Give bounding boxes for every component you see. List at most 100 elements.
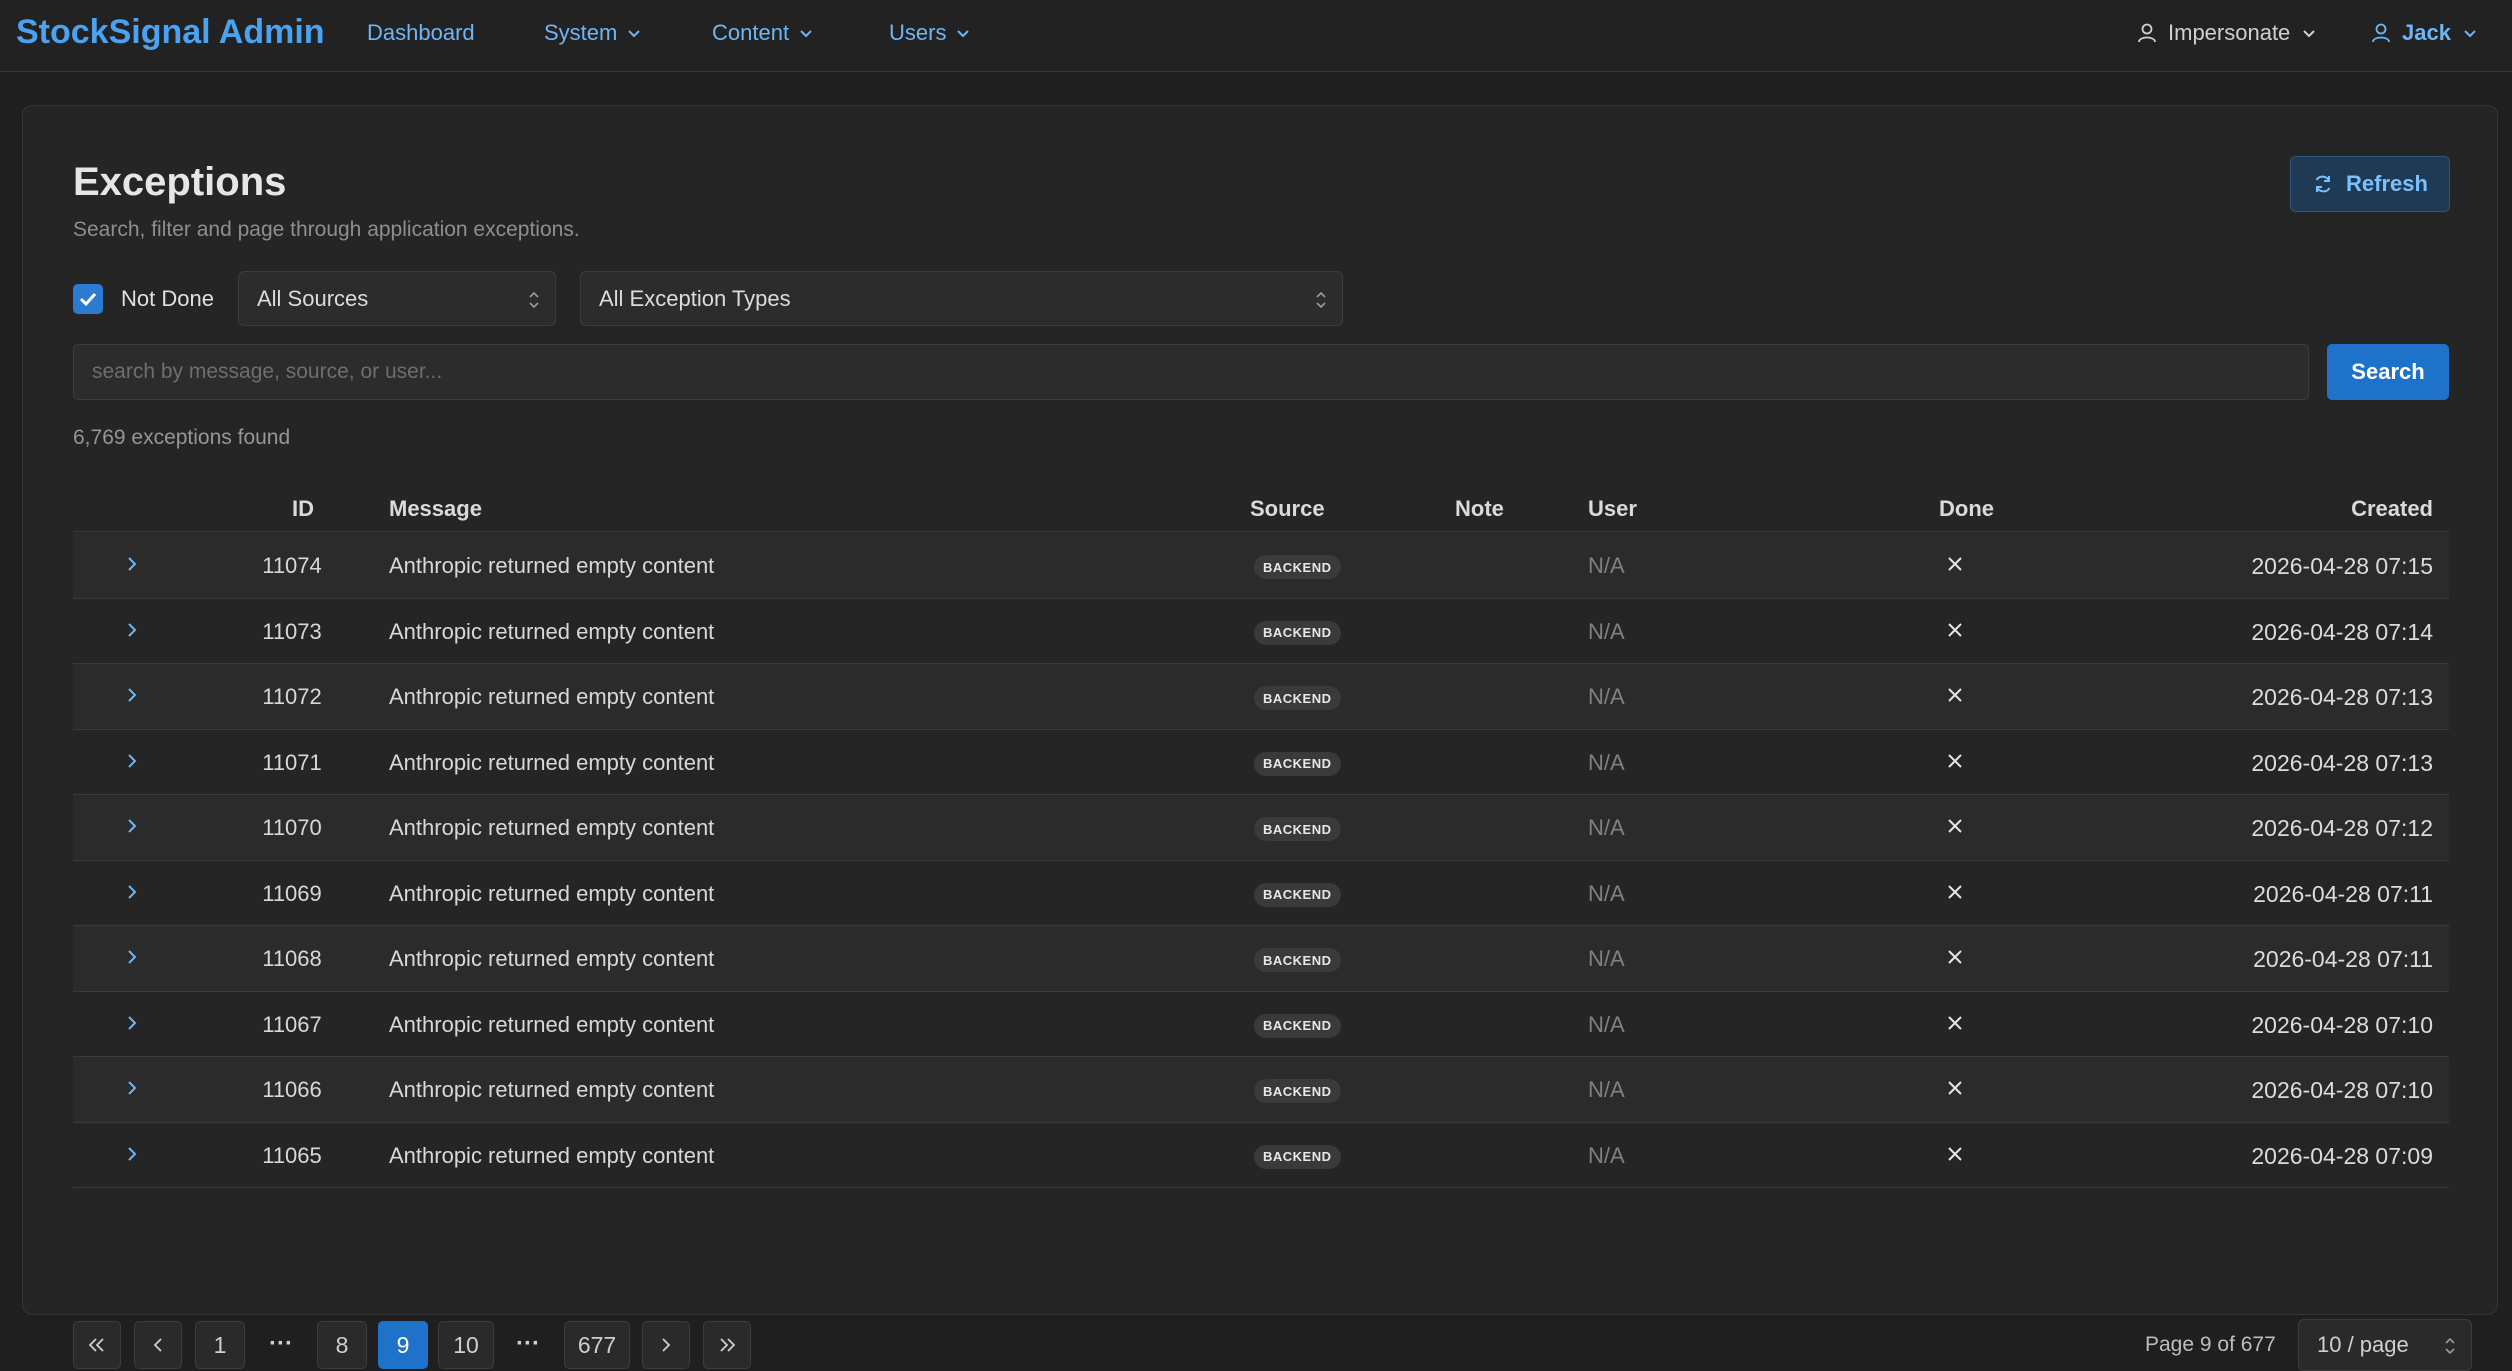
table-row[interactable]: 11074 Anthropic returned empty content B… (73, 533, 2449, 599)
table-row[interactable]: 11068 Anthropic returned empty content B… (73, 926, 2449, 992)
nav-dashboard[interactable]: Dashboard (367, 20, 475, 46)
page-button-current[interactable]: 9 (378, 1321, 428, 1369)
exception-type-select[interactable]: All Exception Types (580, 271, 1343, 326)
next-page-button[interactable] (642, 1321, 690, 1369)
row-user: N/A (1588, 749, 1625, 775)
row-created: 2026-04-28 07:10 (2251, 1011, 2433, 1038)
exceptions-table-body: 11074 Anthropic returned empty content B… (73, 533, 2449, 1188)
page-status: Page 9 of 677 (2145, 1333, 2276, 1356)
chevron-left-icon (153, 1338, 162, 1352)
table-row[interactable]: 11071 Anthropic returned empty content B… (73, 730, 2449, 795)
column-header-id[interactable]: ID (292, 496, 314, 522)
source-badge: BACKEND (1254, 1013, 1341, 1038)
row-created: 2026-04-28 07:09 (2251, 1142, 2433, 1169)
column-header-note[interactable]: Note (1455, 496, 1504, 522)
page-size-select[interactable]: 10 / page (2298, 1319, 2472, 1371)
table-row[interactable]: 11073 Anthropic returned empty content B… (73, 599, 2449, 664)
chevron-right-icon[interactable] (121, 815, 143, 837)
chevron-right-icon[interactable] (121, 1012, 143, 1034)
close-icon (1948, 1015, 1962, 1030)
row-created: 2026-04-28 07:15 (2251, 553, 2433, 579)
chevron-down-icon (2303, 30, 2316, 38)
row-user: N/A (1588, 553, 1625, 578)
user-name: Jack (2402, 20, 2451, 45)
source-badge: BACKEND (1254, 751, 1341, 776)
chevron-right-icon[interactable] (121, 1143, 143, 1165)
source-select[interactable]: All Sources (238, 271, 556, 326)
row-id: 11070 (262, 815, 322, 840)
close-icon (1948, 950, 1962, 964)
refresh-button[interactable]: Refresh (2290, 156, 2450, 212)
nav-system-menu[interactable]: System (544, 20, 643, 46)
double-chevron-left-icon (88, 1338, 104, 1352)
row-user: N/A (1588, 946, 1625, 971)
chevron-down-icon (2464, 30, 2476, 38)
nav-content-menu[interactable]: Content (712, 20, 815, 46)
row-id: 11066 (262, 1077, 322, 1102)
top-navbar: StockSignal Admin Dashboard System Conte… (0, 0, 2512, 72)
column-header-done[interactable]: Done (1939, 496, 1994, 522)
brand-logo[interactable]: StockSignal Admin (16, 13, 325, 52)
close-icon (1948, 753, 1962, 768)
source-select-value: All Sources (257, 285, 369, 311)
table-row[interactable]: 11072 Anthropic returned empty content B… (73, 664, 2449, 730)
user-icon (2372, 23, 2390, 43)
row-message: Anthropic returned empty content (389, 1011, 715, 1037)
prev-page-button[interactable] (134, 1321, 182, 1369)
chevron-right-icon[interactable] (121, 553, 143, 575)
page-button-last[interactable]: 677 (564, 1321, 630, 1369)
page-button-next-number[interactable]: 10 (438, 1321, 494, 1369)
select-arrows-icon (1316, 291, 1326, 309)
nav-users-menu[interactable]: Users (889, 20, 972, 46)
table-row[interactable]: 11069 Anthropic returned empty content B… (73, 861, 2449, 926)
column-header-message[interactable]: Message (389, 496, 482, 522)
row-created: 2026-04-28 07:10 (2251, 1077, 2433, 1103)
column-header-user[interactable]: User (1588, 496, 1637, 522)
impersonate-menu[interactable]: Impersonate (2136, 20, 2318, 46)
row-id: 11069 (262, 880, 322, 906)
row-user: N/A (1588, 1011, 1625, 1037)
close-icon (1948, 622, 1962, 637)
chevron-right-icon[interactable] (121, 750, 143, 772)
row-user: N/A (1588, 1077, 1625, 1102)
table-row[interactable]: 11070 Anthropic returned empty content B… (73, 795, 2449, 861)
not-done-checkbox[interactable] (73, 284, 103, 314)
chevron-right-icon[interactable] (121, 619, 143, 641)
page-ellipsis-left[interactable]: ··· (269, 1330, 293, 1358)
page-title: Exceptions (73, 160, 287, 204)
search-button[interactable]: Search (2327, 344, 2449, 400)
row-created: 2026-04-28 07:11 (2253, 880, 2433, 907)
close-icon (1948, 688, 1962, 702)
select-arrows-icon (529, 291, 539, 309)
chevron-right-icon[interactable] (121, 1077, 143, 1099)
page-button-first[interactable]: 1 (195, 1321, 245, 1369)
page-ellipsis-right[interactable]: ··· (516, 1330, 540, 1358)
column-header-created[interactable]: Created (2351, 496, 2433, 522)
first-page-button[interactable] (73, 1321, 121, 1369)
last-page-nav-button[interactable] (703, 1321, 751, 1369)
column-header-source[interactable]: Source (1250, 496, 1325, 522)
row-created: 2026-04-28 07:14 (2251, 618, 2433, 645)
chevron-down-icon (957, 30, 970, 38)
row-id: 11074 (262, 553, 322, 578)
chevron-right-icon[interactable] (121, 684, 143, 706)
search-input[interactable] (73, 344, 2309, 400)
row-id: 11072 (262, 684, 322, 709)
chevron-down-icon (628, 30, 641, 38)
chevron-right-icon[interactable] (121, 881, 143, 903)
source-badge: BACKEND (1254, 882, 1341, 907)
close-icon (1948, 557, 1962, 571)
page-subtitle: Search, filter and page through applicat… (73, 218, 580, 241)
row-created: 2026-04-28 07:13 (2251, 684, 2433, 710)
chevron-right-icon[interactable] (121, 946, 143, 968)
row-message: Anthropic returned empty content (389, 553, 715, 578)
table-row[interactable]: 11065 Anthropic returned empty content B… (73, 1123, 2449, 1188)
page-button-prev-number[interactable]: 8 (317, 1321, 367, 1369)
not-done-label[interactable]: Not Done (121, 286, 214, 312)
exception-type-value: All Exception Types (599, 285, 791, 311)
table-row[interactable]: 11066 Anthropic returned empty content B… (73, 1057, 2449, 1123)
close-icon (1948, 819, 1962, 833)
source-badge: BACKEND (1254, 1144, 1341, 1169)
user-menu[interactable]: Jack (2370, 20, 2479, 46)
table-row[interactable]: 11067 Anthropic returned empty content B… (73, 992, 2449, 1057)
